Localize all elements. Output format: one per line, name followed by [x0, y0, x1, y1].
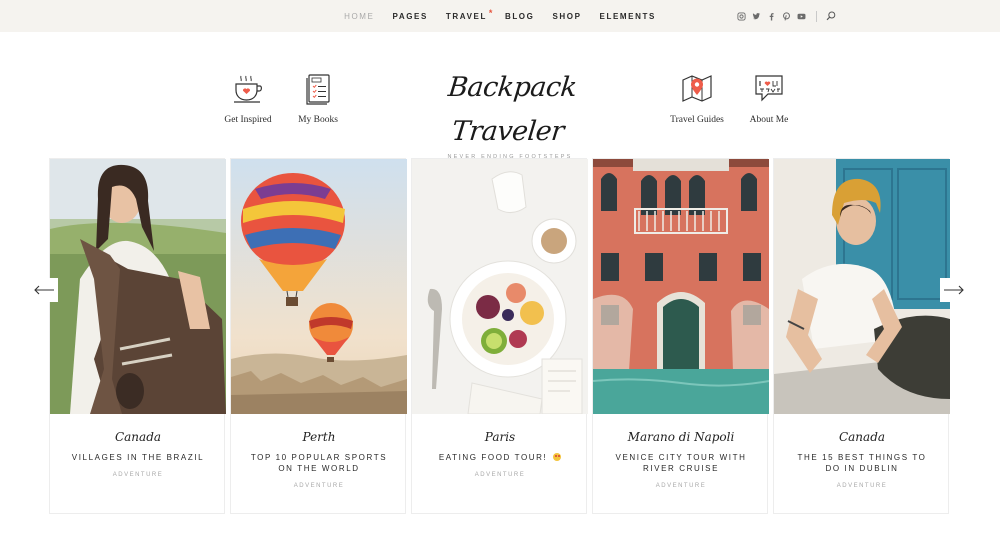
nav-item-blog[interactable]: Blog [496, 12, 544, 21]
heart-eyes-emoji-icon [553, 453, 562, 461]
slider-next-button[interactable] [940, 278, 968, 302]
post-location[interactable]: Marano di Napoli [593, 430, 769, 446]
post-image-breakfast-table[interactable] [412, 159, 588, 414]
nav-divider [816, 10, 817, 22]
arrow-right-icon [943, 285, 965, 295]
youtube-icon[interactable] [797, 12, 806, 21]
i-love-travel-icon [752, 72, 786, 106]
nav-item-shop[interactable]: Shop [543, 12, 590, 21]
post-title[interactable]: Top 10 Popular Sports on the World [245, 452, 393, 474]
arrow-left-icon [33, 285, 55, 295]
nav-item-travel[interactable]: Travel * [437, 8, 496, 21]
search-icon[interactable] [826, 11, 836, 21]
header-link-label: Get Inspired [224, 115, 272, 125]
nav-item-elements[interactable]: Elements [591, 12, 665, 21]
post-card[interactable]: Canada Villages in the Brazil Adventure [49, 158, 226, 515]
post-location[interactable]: Perth [231, 430, 407, 446]
post-image-woman-sitting[interactable] [774, 159, 950, 414]
nav-item-travel-label: Travel [445, 11, 487, 21]
post-title-text: Eating Food Tour! [438, 453, 548, 462]
post-image-woman-with-donkey[interactable] [50, 159, 226, 414]
header-link-label: About Me [749, 115, 789, 125]
post-card-body: Marano di Napoli Venice City Tour with R… [593, 414, 769, 515]
post-category[interactable]: Adventure [50, 472, 226, 478]
header-link-my-books[interactable]: My Books [292, 72, 344, 127]
post-location[interactable]: Canada [50, 430, 226, 446]
logo-text: Backpack Traveler [446, 72, 579, 147]
pinterest-icon[interactable] [782, 11, 791, 21]
post-title[interactable]: Villages in the Brazil [64, 452, 212, 463]
map-icon [680, 72, 714, 106]
header-link-travel-guides[interactable]: Travel Guides [666, 72, 728, 127]
header-link-about-me[interactable]: About Me [744, 72, 794, 127]
instagram-icon[interactable] [737, 11, 746, 21]
slider-prev-button[interactable] [30, 278, 58, 302]
nav-item-pages[interactable]: Pages [384, 12, 437, 21]
header-link-label: My Books [298, 115, 338, 125]
nav-item-home[interactable]: Home [335, 12, 383, 21]
main-nav: Home Pages Travel * Blog Shop Elements [0, 0, 1000, 32]
header-link-get-inspired[interactable]: Get Inspired [220, 72, 276, 127]
post-card-body: Canada Villages in the Brazil Adventure [50, 414, 226, 515]
coffee-cup-icon [231, 72, 265, 106]
facebook-icon[interactable] [767, 12, 776, 21]
site-logo[interactable]: Backpack Traveler Never Ending Footsteps [410, 66, 610, 160]
social-links [737, 0, 836, 32]
post-location[interactable]: Canada [774, 430, 950, 446]
post-card[interactable]: Canada The 15 Best Things to Do in Dubli… [773, 158, 950, 515]
post-card-body: Canada The 15 Best Things to Do in Dubli… [774, 414, 950, 515]
post-card[interactable]: Marano di Napoli Venice City Tour with R… [592, 158, 769, 515]
post-card[interactable]: Paris Eating Food Tour! Adventure [411, 158, 588, 515]
post-category[interactable]: Adventure [231, 483, 407, 489]
post-image-venice-building[interactable] [593, 159, 769, 414]
post-card-body: Paris Eating Food Tour! Adventure [412, 414, 588, 515]
post-title[interactable]: Eating Food Tour! [426, 452, 574, 463]
post-category[interactable]: Adventure [412, 472, 588, 478]
post-title[interactable]: Venice City Tour with River Cruise [607, 452, 755, 474]
post-title[interactable]: The 15 Best Things to Do in Dublin [788, 452, 936, 474]
post-slider: Canada Villages in the Brazil Adventure [49, 158, 951, 514]
post-category[interactable]: Adventure [593, 483, 769, 489]
post-card-body: Perth Top 10 Popular Sports on the World… [231, 414, 407, 515]
header-link-label: Travel Guides [670, 115, 724, 125]
twitter-icon[interactable] [752, 12, 761, 21]
notebook-icon [301, 72, 335, 106]
nav-badge-star: * [488, 7, 494, 18]
top-bar: Home Pages Travel * Blog Shop Elements [0, 0, 1000, 32]
post-category[interactable]: Adventure [774, 483, 950, 489]
post-location[interactable]: Paris [412, 430, 588, 446]
post-card[interactable]: Perth Top 10 Popular Sports on the World… [230, 158, 407, 515]
post-image-hot-air-balloons[interactable] [231, 159, 407, 414]
